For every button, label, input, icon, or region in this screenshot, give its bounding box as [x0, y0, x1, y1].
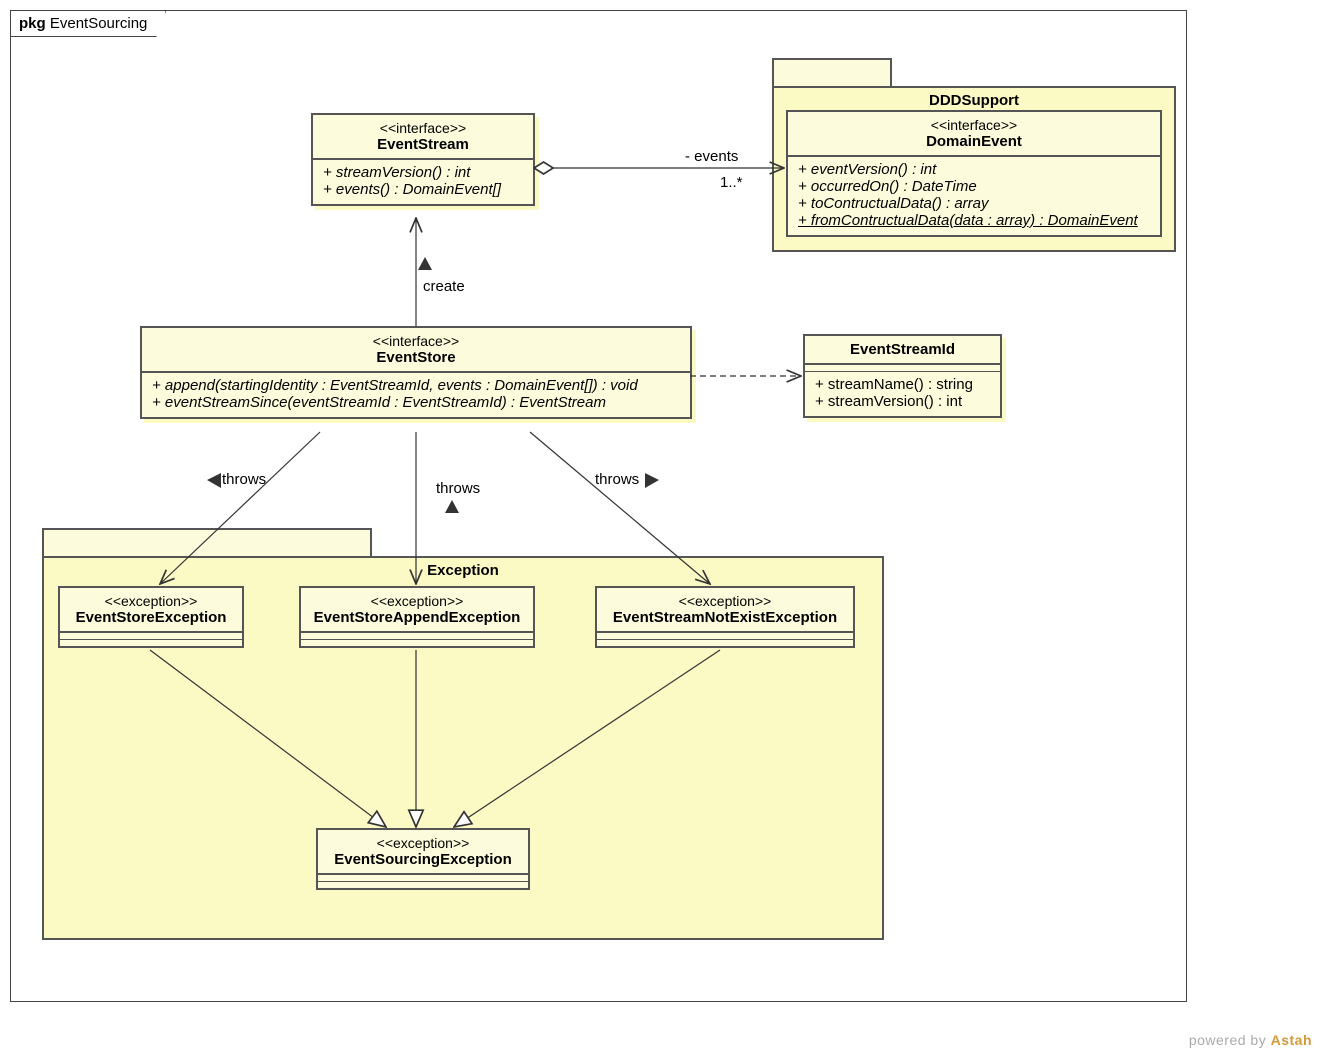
stereotype: <<exception>> [609, 593, 841, 609]
class-operations: + streamVersion() : int + events() : Dom… [313, 159, 533, 204]
class-domainevent: <<interface>> DomainEvent + eventVersion… [786, 110, 1162, 237]
operation: + occurredOn() : DateTime [798, 178, 1150, 195]
class-operations: + append(startingIdentity : EventStreamI… [142, 372, 690, 417]
operation: + streamVersion() : int [815, 393, 990, 410]
frame-prefix: pkg [19, 15, 46, 32]
class-name: EventStoreException [72, 609, 230, 626]
class-name: EventStream [325, 136, 521, 153]
operation: + eventVersion() : int [798, 161, 1150, 178]
frame-tab: pkg EventSourcing [10, 10, 166, 37]
stereotype: <<exception>> [72, 593, 230, 609]
class-eventstore: <<interface>> EventStore + append(starti… [140, 326, 692, 419]
stereotype: <<exception>> [330, 835, 516, 851]
class-name: EventStore [154, 349, 678, 366]
class-eventstreamnotexistexception: <<exception>> EventStreamNotExistExcepti… [595, 586, 855, 648]
footer-text: powered by [1189, 1032, 1271, 1048]
label-throws-1: throws [222, 471, 266, 488]
class-operations: + streamName() : string + streamVersion(… [805, 371, 1000, 416]
label-multiplicity: 1..* [720, 174, 743, 191]
footer: powered by Astah [1189, 1032, 1312, 1048]
operation: + fromContructualData(data : array) : Do… [798, 212, 1150, 229]
class-name: EventStreamId [817, 341, 988, 358]
footer-brand: Astah [1271, 1032, 1312, 1048]
label-throws-2: throws [436, 480, 480, 497]
operation: + eventStreamSince(eventStreamId : Event… [152, 394, 680, 411]
frame-name: EventSourcing [50, 15, 148, 32]
operation: + events() : DomainEvent[] [323, 181, 523, 198]
class-operations: + eventVersion() : int + occurredOn() : … [788, 156, 1160, 235]
package-name: Exception [44, 558, 882, 583]
label-create: create [423, 278, 465, 295]
stereotype: <<interface>> [154, 333, 678, 349]
stereotype: <<interface>> [800, 117, 1148, 133]
class-name: EventStoreAppendException [313, 609, 521, 626]
class-eventsourcingexception: <<exception>> EventSourcingException [316, 828, 530, 890]
package-tab-dddsupport [772, 58, 892, 88]
class-eventstream: <<interface>> EventStream + streamVersio… [311, 113, 535, 206]
class-eventstoreappendexception: <<exception>> EventStoreAppendException [299, 586, 535, 648]
class-eventstoreexception: <<exception>> EventStoreException [58, 586, 244, 648]
operation: + streamName() : string [815, 376, 990, 393]
label-events: - events [685, 148, 738, 165]
operation: + toContructualData() : array [798, 195, 1150, 212]
operation: + append(startingIdentity : EventStreamI… [152, 377, 680, 394]
class-name: EventStreamNotExistException [609, 609, 841, 626]
class-eventstreamid: EventStreamId + streamName() : string + … [803, 334, 1002, 418]
operation: + streamVersion() : int [323, 164, 523, 181]
class-name: EventSourcingException [330, 851, 516, 868]
label-throws-3: throws [595, 471, 639, 488]
stereotype: <<interface>> [325, 120, 521, 136]
stereotype: <<exception>> [313, 593, 521, 609]
class-name: DomainEvent [800, 133, 1148, 150]
